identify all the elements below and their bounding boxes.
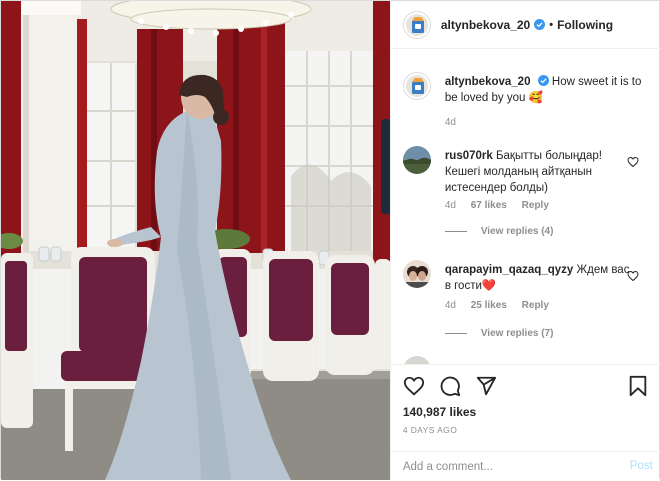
comment-meta: 4d 67 likes Reply [445, 200, 561, 211]
comment-username[interactable]: qarapayim_qazaq_qyzy [445, 264, 573, 276]
instagram-post: altynbekova_20 • Following altynbekova_2… [0, 0, 660, 481]
post-photo[interactable] [1, 1, 390, 480]
comment-icon[interactable] [439, 375, 461, 397]
add-comment-bar: Post [390, 451, 660, 481]
comment-likes[interactable]: 67 likes [471, 200, 507, 211]
comment-text-block: rus070rk Бақытты болыңдар! Кешегі молдан… [445, 148, 630, 196]
post-side-panel: altynbekova_20 • Following altynbekova_2… [389, 1, 660, 481]
comment-meta: 4d 25 likes Reply [445, 300, 561, 311]
commenter-avatar[interactable] [402, 260, 431, 288]
commenter-avatar[interactable] [402, 146, 431, 174]
view-replies-button[interactable]: View replies (7) [444, 328, 554, 339]
paper-plane-icon[interactable] [475, 375, 497, 397]
caption-avatar[interactable] [402, 72, 431, 100]
post-actions: 140,987 likes 4 DAYS AGO Post [390, 364, 660, 481]
comment-reply-button[interactable]: Reply [522, 300, 549, 311]
post-timestamp[interactable]: 4 DAYS AGO [403, 425, 457, 435]
verified-badge-icon [534, 19, 546, 30]
bookmark-icon[interactable] [627, 375, 649, 397]
view-replies-button[interactable]: View replies (4) [444, 226, 554, 237]
view-replies-label: View replies (4) [480, 226, 554, 237]
comment-reply-button[interactable]: Reply [522, 200, 549, 211]
comment-time[interactable]: 4d [445, 300, 456, 311]
view-replies-label: View replies (7) [480, 328, 554, 339]
caption-text-block: altynbekova_20 How sweet it is to be lov… [445, 74, 650, 106]
comment-time[interactable]: 4d [445, 200, 456, 211]
comment-likes[interactable]: 25 likes [471, 300, 507, 311]
caption-username[interactable]: altynbekova_20 [445, 76, 531, 88]
replies-divider-line [444, 231, 467, 232]
commenter-avatar[interactable] [402, 356, 431, 364]
author-avatar[interactable] [402, 10, 431, 39]
comment-input[interactable] [402, 458, 603, 476]
action-icons [403, 375, 497, 397]
replies-divider-line [444, 333, 467, 334]
comment-text-block: qarapayim_qazaq_qyzy Ждем вас в гости❤️ [445, 262, 630, 294]
heart-icon[interactable] [403, 375, 425, 397]
author-username[interactable]: altynbekova_20 [441, 18, 530, 32]
verified-badge-icon [537, 75, 549, 86]
post-photo-illustration [1, 1, 390, 480]
comment-username[interactable]: rus070rk [445, 150, 493, 162]
post-comment-button[interactable]: Post [630, 460, 653, 472]
likes-count[interactable]: 140,987 likes [403, 405, 476, 419]
header-dot-separator: • [549, 18, 554, 31]
comments-section[interactable]: altynbekova_20 How sweet it is to be lov… [391, 50, 660, 364]
post-header: altynbekova_20 • Following [390, 1, 660, 49]
comment-heart-icon[interactable] [627, 156, 639, 168]
comment-heart-icon[interactable] [627, 270, 639, 282]
caption-time[interactable]: 4d [445, 117, 456, 128]
following-button[interactable]: Following [557, 18, 613, 32]
